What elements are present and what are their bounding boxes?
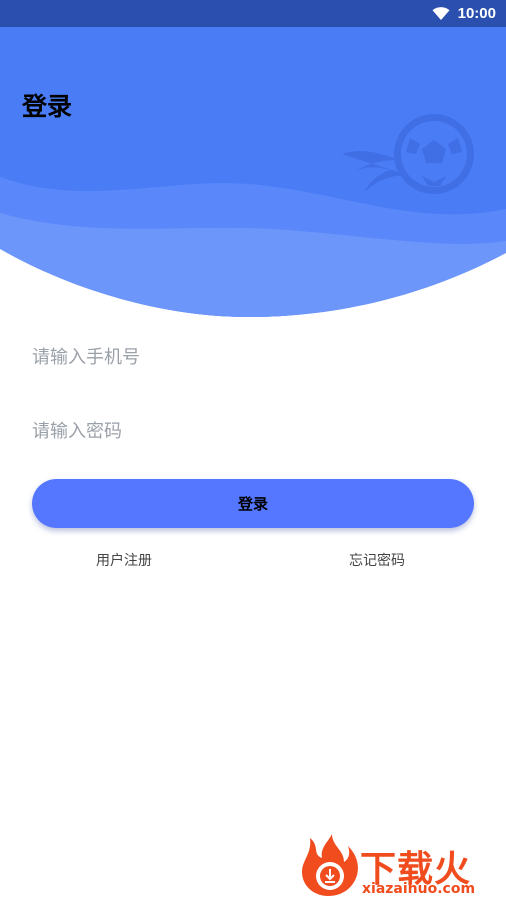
- flame-logo-icon: [302, 834, 358, 896]
- watermark-url: xiazaihuo.com: [362, 881, 476, 897]
- status-time: 10:00: [457, 5, 496, 22]
- status-bar: 10:00: [0, 0, 506, 27]
- password-input[interactable]: [32, 411, 472, 451]
- soccer-ball-icon: [342, 114, 474, 194]
- watermark-logo: 下载火 xiazaihuo.com: [298, 832, 504, 898]
- register-link[interactable]: 用户注册: [96, 550, 152, 570]
- phone-input[interactable]: [32, 337, 472, 377]
- login-button[interactable]: 登录: [32, 479, 474, 528]
- wifi-icon: [432, 6, 450, 20]
- page-title: 登录: [22, 92, 73, 121]
- forgot-password-link[interactable]: 忘记密码: [349, 550, 405, 570]
